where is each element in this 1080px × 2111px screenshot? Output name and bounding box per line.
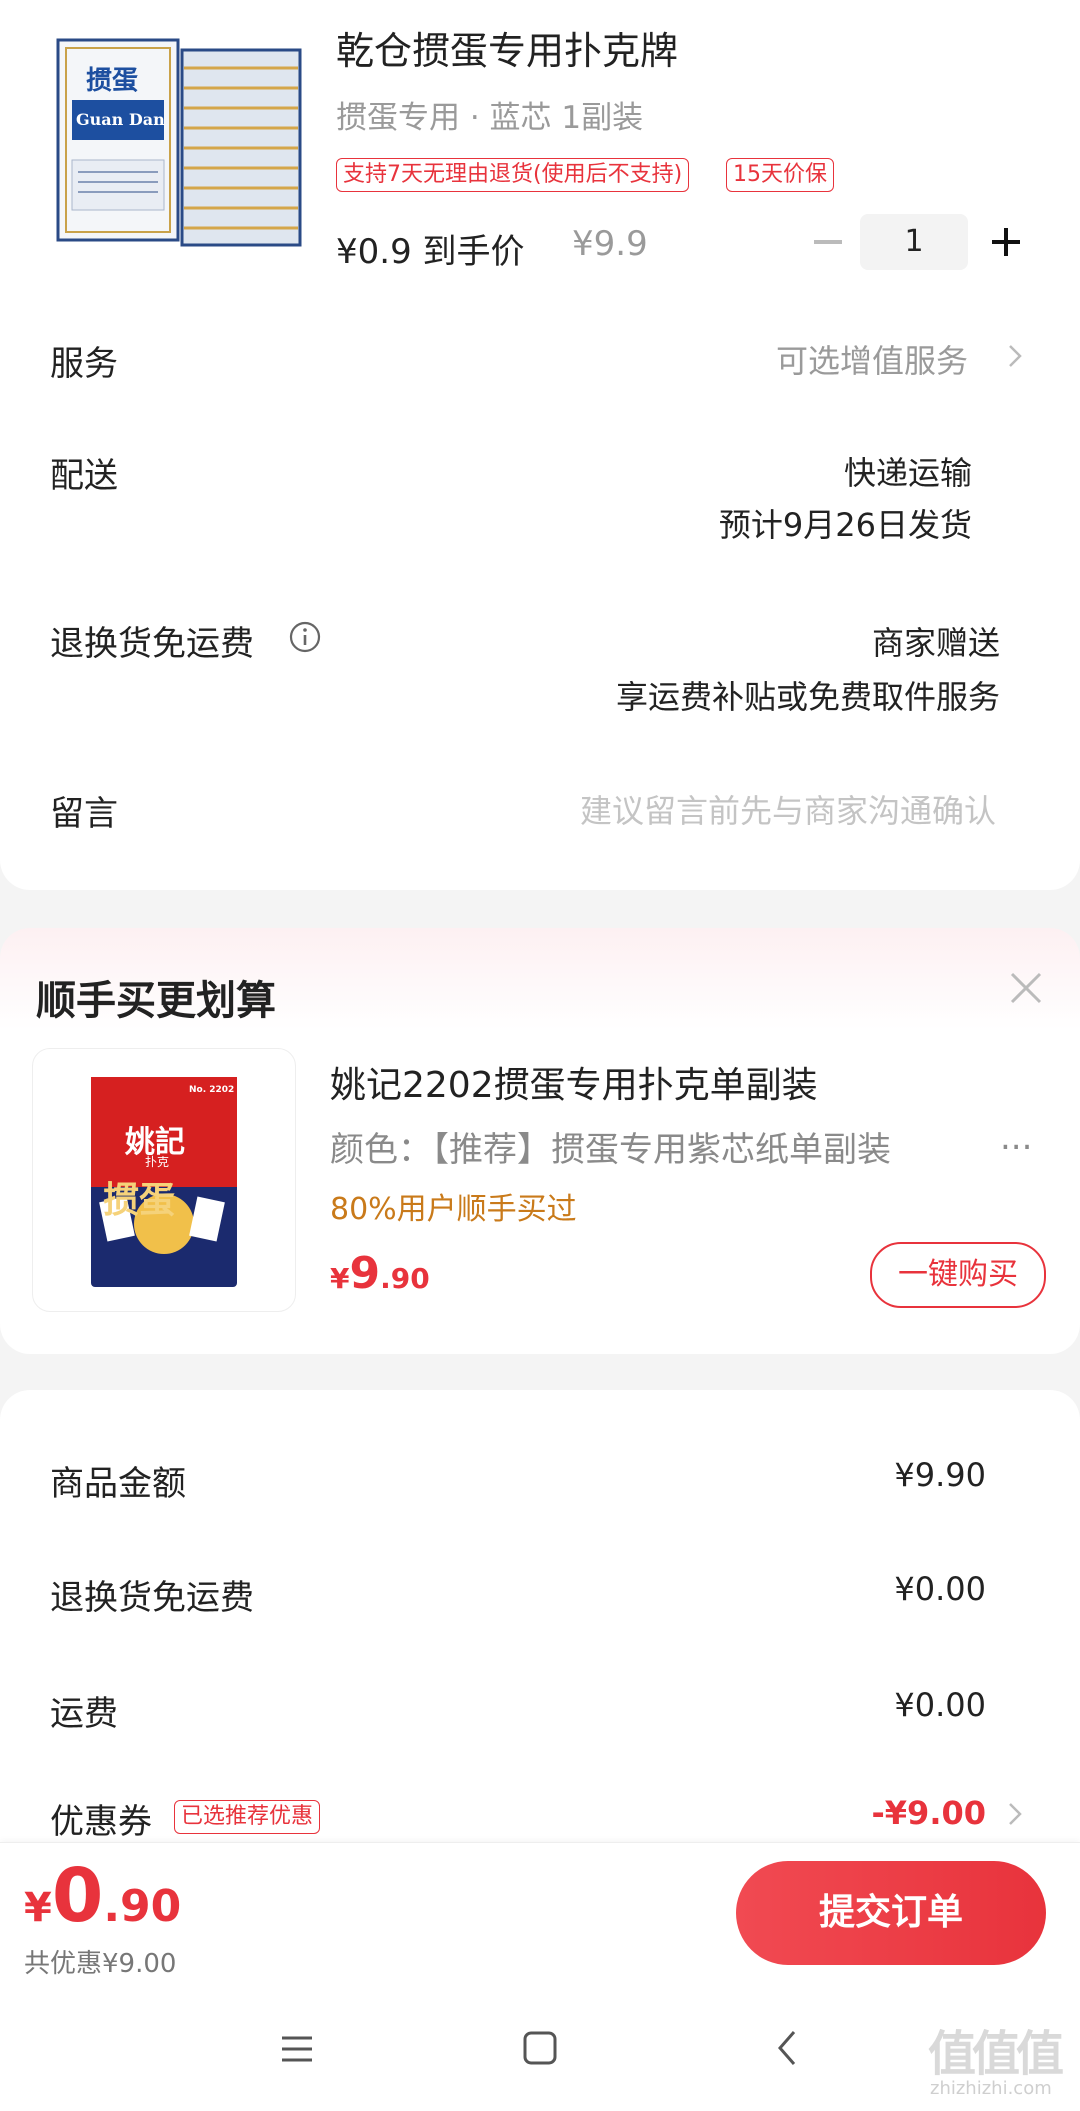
- upsell-social-proof: 80%用户顺手买过: [330, 1192, 577, 1227]
- upsell-card: 顺手买更划算 No. 2202 姚記 扑克 掼蛋 姚记2202掼蛋专用扑克单副装…: [0, 928, 1080, 1354]
- order-card: 掼蛋 Guan Dan 乾仓掼蛋专用扑克牌 掼蛋专用 · 蓝芯 1副装 支持7天…: [0, 0, 1080, 890]
- upsell-price-dec: .90: [380, 1262, 430, 1295]
- plus-button[interactable]: [986, 214, 1026, 270]
- summary-label: 商品金额: [50, 1464, 186, 1504]
- service-value[interactable]: 可选增值服务: [776, 336, 968, 382]
- one-click-buy-button[interactable]: 一键购买: [870, 1242, 1046, 1308]
- return-fee-line1: 商家赠送: [871, 624, 1000, 662]
- quantity-input[interactable]: 1: [860, 214, 968, 270]
- total-price: ¥0.90: [24, 1853, 181, 1939]
- summary-value: ¥9.90: [894, 1456, 986, 1494]
- summary-value: ¥0.00: [894, 1570, 986, 1608]
- final-price: ¥0.9 到手价: [336, 232, 525, 272]
- submit-order-button[interactable]: 提交订单: [736, 1861, 1046, 1965]
- coupon-tag: 已选推荐优惠: [174, 1800, 321, 1834]
- upsell-title: 顺手买更划算: [36, 978, 276, 1024]
- service-label: 服务: [50, 344, 118, 384]
- chevron-right-icon[interactable]: [1006, 1798, 1024, 1834]
- summary-value: ¥0.00: [894, 1686, 986, 1724]
- summary-label: 运费: [50, 1694, 118, 1734]
- upsell-price-int: 9: [349, 1248, 381, 1299]
- coupon-label: 优惠券: [50, 1802, 152, 1842]
- menu-icon[interactable]: [280, 2032, 314, 2070]
- upsell-price: ¥9.90: [330, 1248, 430, 1299]
- close-icon[interactable]: [1006, 968, 1046, 1012]
- upsell-spec: 颜色：【推荐】掼蛋专用紫芯纸单副装: [330, 1130, 891, 1170]
- upsell-spec-ellipsis: ...: [1000, 1118, 1033, 1158]
- summary-card: 商品金额 ¥9.90 退换货免运费 ¥0.00 运费 ¥0.00 优惠券 已选推…: [0, 1390, 1080, 1850]
- delivery-method: 快递运输: [843, 454, 972, 492]
- pack-number-text: No. 2202: [189, 1085, 235, 1095]
- return-fee-line2: 享运费补贴或免费取件服务: [615, 678, 1000, 716]
- checkout-bar: ¥0.90 共优惠¥9.00 提交订单: [0, 1842, 1080, 1987]
- return-policy-tag: 支持7天无理由退货(使用后不支持): [336, 158, 690, 192]
- info-icon[interactable]: [288, 620, 322, 658]
- coupon-value[interactable]: -¥9.00: [872, 1794, 987, 1832]
- pack-sub-text: 扑克: [145, 1155, 170, 1169]
- box-brand-text: 掼蛋: [86, 66, 139, 96]
- message-input[interactable]: 建议留言前先与商家沟通确认: [580, 786, 996, 832]
- back-icon[interactable]: [776, 2028, 800, 2072]
- pack-big-text: 掼蛋: [103, 1180, 176, 1221]
- upsell-product-image[interactable]: No. 2202 姚記 扑克 掼蛋: [32, 1048, 296, 1312]
- product-image[interactable]: 掼蛋 Guan Dan: [52, 30, 302, 250]
- chevron-right-icon[interactable]: [1006, 340, 1024, 376]
- message-label: 留言: [50, 794, 118, 834]
- watermark-logo: 值值值: [928, 2026, 1064, 2082]
- total-dec: .90: [103, 1881, 182, 1932]
- minus-button[interactable]: [806, 214, 846, 270]
- product-spec[interactable]: 掼蛋专用 · 蓝芯 1副装: [336, 92, 643, 137]
- quantity-stepper: 1: [800, 214, 1030, 270]
- home-icon[interactable]: [522, 2030, 558, 2070]
- price-protect-tag: 15天价保: [726, 158, 834, 192]
- summary-label: 退换货免运费: [50, 1578, 254, 1618]
- total-symbol: ¥: [24, 1885, 52, 1931]
- upsell-name[interactable]: 姚记2202掼蛋专用扑克单副装: [330, 1056, 818, 1108]
- delivery-label: 配送: [50, 456, 118, 496]
- return-fee-label: 退换货免运费: [50, 624, 254, 664]
- total-saved: 共优惠¥9.00: [24, 1949, 177, 1979]
- original-price: ¥9.9: [572, 224, 648, 264]
- total-int: 0: [51, 1853, 104, 1939]
- box-subtitle-text: Guan Dan: [76, 110, 165, 129]
- system-nav-bar: 值值值 zhizhizhi.com: [0, 1986, 1080, 2111]
- upsell-price-symbol: ¥: [330, 1262, 350, 1295]
- product-title: 乾仓掼蛋专用扑克牌: [336, 29, 679, 73]
- delivery-eta: 预计9月26日发货: [718, 506, 972, 544]
- watermark-url: zhizhizhi.com: [930, 2078, 1052, 2099]
